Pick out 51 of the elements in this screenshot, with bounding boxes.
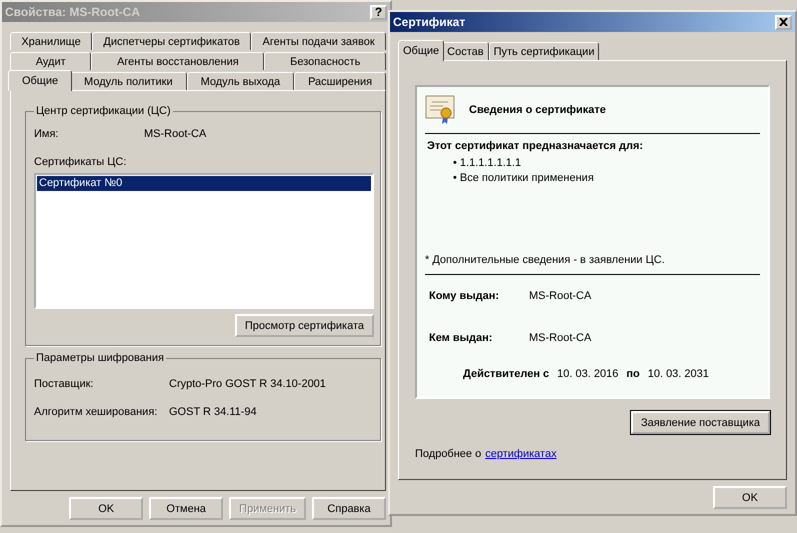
tab[interactable]: Состав (442, 42, 489, 60)
tab[interactable]: Диспетчеры сертификатов (92, 32, 252, 50)
certificate-icon (425, 95, 457, 125)
field-value: MS-Root-CA (529, 290, 592, 302)
dialog-button[interactable]: OK (69, 497, 144, 520)
close-icon (779, 18, 788, 26)
certificates-link[interactable]: сертификатах (485, 448, 557, 460)
field-value: GOST R 34.11-94 (169, 406, 257, 418)
field-label: Имя: (34, 128, 60, 140)
tab[interactable]: Модуль выхода (186, 72, 294, 90)
tab[interactable]: Хранилище (10, 32, 92, 50)
field-value: 10. 03. 2016 (557, 368, 618, 380)
dialog-button[interactable]: Справка (312, 497, 386, 520)
field-value: 10. 03. 2031 (648, 368, 709, 380)
field-label: Кому выдан: (429, 290, 500, 302)
field-label: Действителен с (463, 368, 550, 380)
tab[interactable]: Модуль политики (70, 72, 187, 90)
field-value: MS-Root-CA (529, 332, 592, 344)
purpose-item: • 1.1.1.1.1.1.1 (453, 156, 522, 171)
field-label: по (626, 368, 640, 380)
tab[interactable]: Расширения (294, 72, 386, 90)
tab[interactable]: Агенты подачи заявок (251, 32, 386, 50)
more-info-text: Подробнее о (415, 448, 482, 460)
list-item[interactable]: Сертификат №0 (37, 176, 371, 191)
certificate-list[interactable]: Сертификат №0 (34, 173, 374, 309)
field-label: Алгоритм хеширования: (34, 406, 158, 418)
group-title: Параметры шифрования (35, 352, 165, 364)
dialog-button[interactable]: Отмена (149, 497, 224, 520)
tab[interactable]: Безопасность (264, 52, 386, 70)
note-text: * Дополнительные сведения - в заявлении ЦС. (425, 254, 760, 275)
tab[interactable]: Путь сертификации (488, 42, 600, 60)
window-title: Свойства: MS-Root-CA (5, 5, 140, 19)
purpose-title: Этот сертификат предназначается для: (426, 140, 644, 152)
field-label: Сертификаты ЦС: (34, 156, 128, 168)
field-value: MS-Root-CA (144, 128, 206, 140)
tab[interactable]: Общие (398, 40, 444, 61)
tab[interactable]: Аудит (10, 52, 92, 70)
help-button[interactable]: ? (370, 4, 387, 20)
field-value: Crypto-Pro GOST R 34.10-2001 (169, 378, 326, 390)
tab[interactable]: Общие (8, 70, 72, 91)
group-title: Центр сертификации (ЦС) (35, 105, 172, 117)
info-title: Сведения о сертификате (469, 104, 606, 116)
purpose-item: • Все политики применения (453, 171, 595, 186)
window-title: Сертификат (393, 15, 466, 29)
field-label: Кем выдан: (429, 332, 492, 344)
view-certificate-button[interactable]: Просмотр сертификата (234, 314, 374, 337)
tab[interactable]: Агенты восстановления (91, 52, 264, 70)
ok-button[interactable]: OK (713, 486, 787, 509)
field-label: Поставщик: (34, 378, 94, 390)
close-button[interactable] (775, 14, 792, 30)
issuer-statement-button[interactable]: Заявление поставщика (630, 411, 770, 434)
